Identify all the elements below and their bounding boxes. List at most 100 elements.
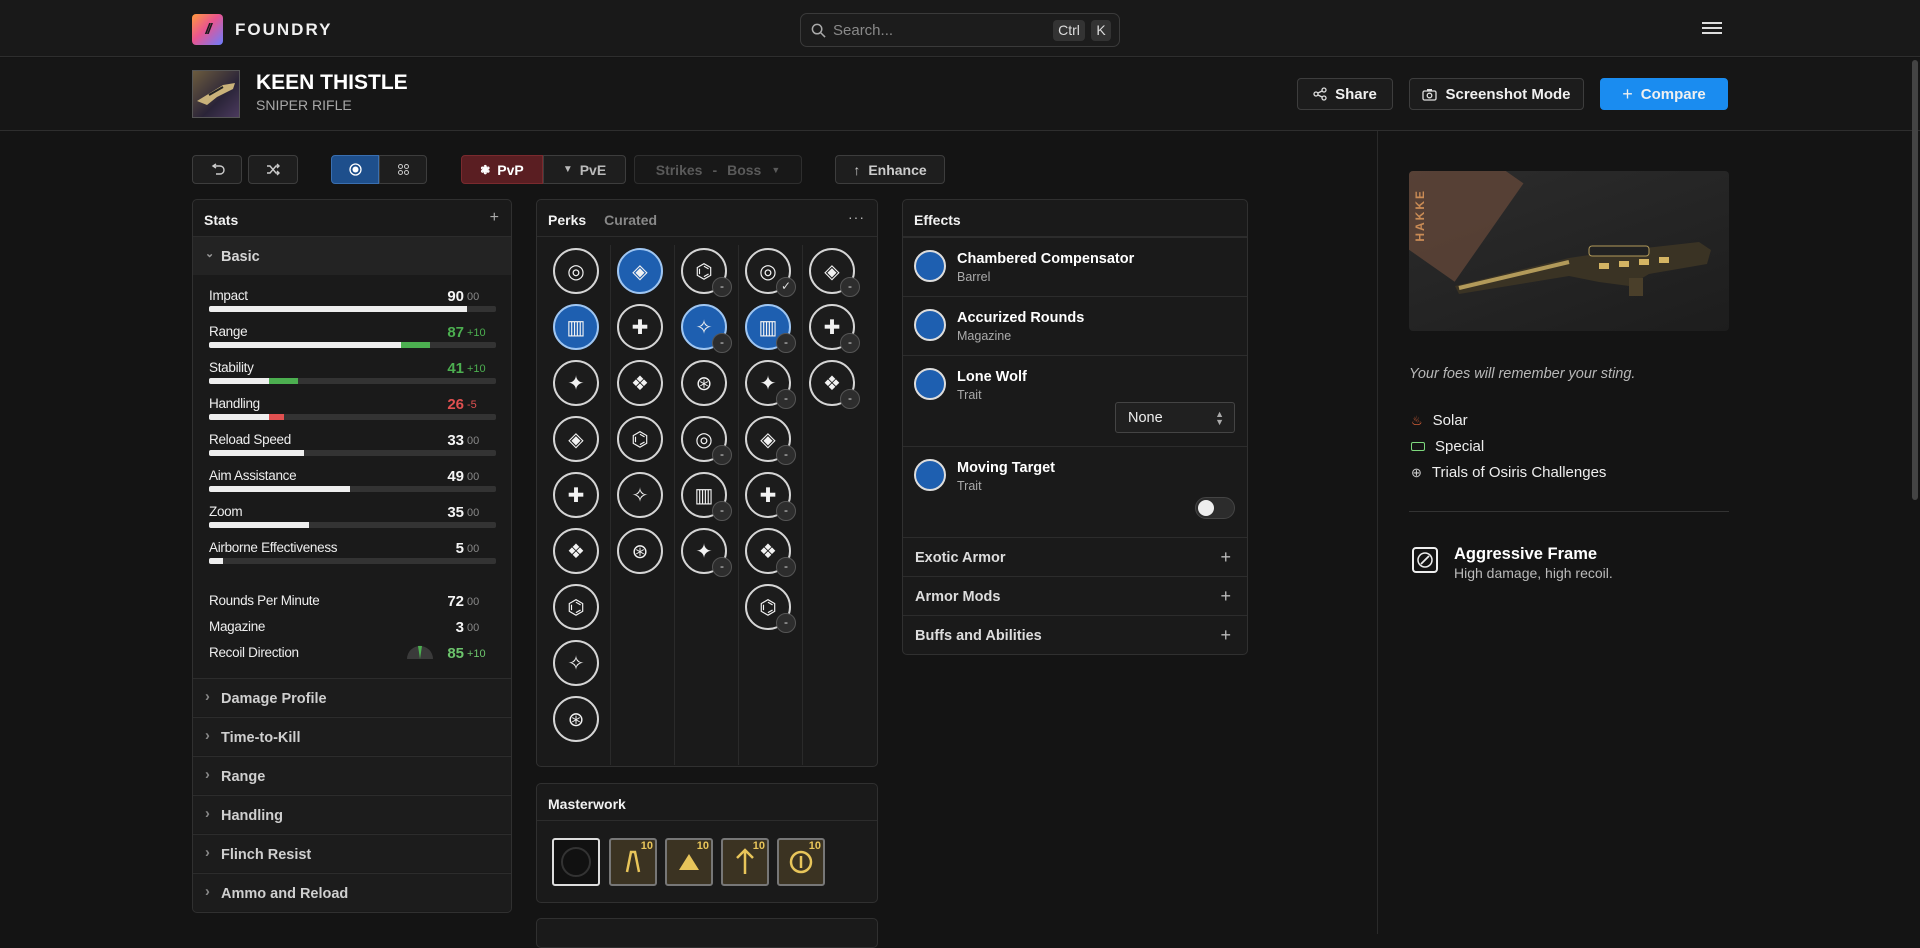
brand-name[interactable]: FOUNDRY: [235, 20, 332, 40]
stat-bar-fill: [209, 450, 304, 456]
buffs-abilities-section[interactable]: Buffs and Abilities +: [903, 615, 1247, 654]
masterwork-handling[interactable]: 10: [665, 838, 713, 886]
chevron-down-icon: ▼: [771, 164, 781, 175]
perk-option-icon[interactable]: ◎: [553, 248, 599, 294]
stat-bonus: +10: [467, 363, 486, 375]
perk-option-icon[interactable]: ✦: [553, 360, 599, 406]
perk-option-icon[interactable]: ✚: [617, 304, 663, 350]
masterwork-reload[interactable]: 10: [777, 838, 825, 886]
perk-glyph: ✦: [759, 372, 777, 395]
section-flinch-resist[interactable]: Flinch Resist: [193, 834, 511, 872]
perk-option-icon[interactable]: ◈: [553, 416, 599, 462]
masterwork-empty-slot[interactable]: [552, 838, 600, 886]
perk-option-icon[interactable]: ✦ -: [745, 360, 796, 409]
effect-moving-target[interactable]: Moving Target Trait: [903, 446, 1247, 537]
perk-option-icon[interactable]: ✚ -: [809, 304, 860, 353]
masterwork-stability[interactable]: 10: [609, 838, 657, 886]
view-single-toggle[interactable]: [331, 155, 379, 184]
perk-option-icon[interactable]: ▥ -: [745, 304, 796, 353]
perk-option-icon[interactable]: ❖: [553, 528, 599, 574]
share-button[interactable]: Share: [1297, 78, 1393, 110]
masterwork-range[interactable]: 10: [721, 838, 769, 886]
more-options-icon[interactable]: ···: [848, 209, 865, 225]
pvp-tab[interactable]: ❃ PvP: [461, 155, 543, 184]
lone-wolf-select[interactable]: None ▲ ▼: [1115, 402, 1235, 433]
crosshair-add-icon[interactable]: +: [490, 209, 499, 227]
perk-option-icon[interactable]: ❖ -: [745, 528, 796, 577]
effect-name: Lone Wolf: [957, 369, 1027, 385]
search-input[interactable]: [833, 22, 1033, 39]
stat-bar-fill: [209, 306, 468, 312]
randomize-button[interactable]: [248, 155, 298, 184]
page-scrollbar[interactable]: [1912, 60, 1918, 500]
perk-glyph: ▥: [566, 316, 586, 339]
section-damage-profile[interactable]: Damage Profile: [193, 678, 511, 716]
minus-badge: -: [712, 333, 732, 353]
grid-circles-icon: [397, 164, 409, 175]
exotic-armor-section[interactable]: Exotic Armor +: [903, 537, 1247, 576]
stat-bonus: 00: [467, 435, 480, 447]
perk-option-icon[interactable]: ✧ -: [681, 304, 732, 353]
lone-wolf-icon: [914, 368, 946, 400]
view-grid-toggle[interactable]: [379, 155, 427, 184]
plus-icon: +: [1220, 547, 1231, 567]
basic-section-header[interactable]: ⌄ Basic: [193, 237, 511, 275]
perk-option-icon[interactable]: ⌬ -: [681, 248, 732, 297]
perk-option-icon[interactable]: ❖ -: [809, 360, 860, 409]
section-time-to-kill[interactable]: Time-to-Kill: [193, 717, 511, 755]
tab-curated[interactable]: Curated: [604, 212, 657, 228]
section-handling[interactable]: Handling: [193, 795, 511, 833]
foundry-logo[interactable]: //: [192, 14, 223, 45]
stat-bonus: -5: [467, 399, 477, 411]
effect-chambered-compensator[interactable]: Chambered Compensator Barrel: [903, 237, 1247, 296]
perk-option-icon[interactable]: ✚ -: [745, 472, 796, 521]
effect-lone-wolf[interactable]: Lone Wolf Trait None ▲ ▼: [903, 355, 1247, 446]
section-ammo-reload[interactable]: Ammo and Reload: [193, 873, 511, 911]
minus-badge: -: [776, 613, 796, 633]
perk-glyph: ▥: [758, 316, 778, 339]
perk-option-icon[interactable]: ▥ -: [681, 472, 732, 521]
perk-option-icon[interactable]: ⊛: [681, 360, 727, 406]
perk-option-icon[interactable]: ⌬: [617, 416, 663, 462]
perk-option-icon[interactable]: ◎ -: [681, 416, 732, 465]
activity-select[interactable]: Strikes - Boss ▼: [634, 155, 802, 184]
search-box[interactable]: Ctrl K: [800, 13, 1120, 47]
stat-value: 49: [447, 468, 464, 485]
undo-button[interactable]: [192, 155, 242, 184]
perk-option-icon[interactable]: ◈ -: [745, 416, 796, 465]
screenshot-mode-button[interactable]: Screenshot Mode: [1409, 78, 1584, 110]
tab-perks[interactable]: Perks: [548, 212, 586, 228]
shuffle-icon: [266, 163, 280, 176]
hamburger-menu-icon[interactable]: [1700, 19, 1724, 39]
ammo-label: Special: [1435, 438, 1485, 455]
stat-bonus: 00: [467, 291, 480, 303]
perk-option-icon[interactable]: ⌬: [553, 584, 599, 630]
perk-option-icon[interactable]: ▥: [553, 304, 599, 350]
compare-button[interactable]: + Compare: [1600, 78, 1728, 110]
armor-mods-section[interactable]: Armor Mods +: [903, 576, 1247, 615]
perk-option-icon[interactable]: ✧: [553, 640, 599, 686]
pve-tab[interactable]: ▼ PvE: [543, 155, 626, 184]
perk-option-icon[interactable]: ✦ -: [681, 528, 732, 577]
perk-option-icon[interactable]: ✚: [553, 472, 599, 518]
perk-option-icon[interactable]: ◈: [617, 248, 663, 294]
effect-sub: Barrel: [957, 270, 991, 284]
recoil-bonus: +10: [467, 648, 486, 660]
perk-option-icon[interactable]: ◈ -: [809, 248, 860, 297]
enhance-button[interactable]: ↑ Enhance: [835, 155, 945, 184]
stat-bonus: +10: [467, 327, 486, 339]
rpm-bonus: 00: [467, 596, 480, 608]
perk-option-icon[interactable]: ✧: [617, 472, 663, 518]
screenshot-mode-label: Screenshot Mode: [1445, 85, 1571, 103]
frame-description: High damage, high recoil.: [1454, 565, 1613, 581]
perk-option-icon[interactable]: ❖: [617, 360, 663, 406]
moving-target-toggle[interactable]: [1195, 497, 1235, 519]
section-range[interactable]: Range: [193, 756, 511, 794]
perk-glyph: ❖: [759, 540, 777, 563]
perk-option-icon[interactable]: ◎ ✓: [745, 248, 796, 297]
perk-option-icon[interactable]: ⊛: [617, 528, 663, 574]
perk-option-icon[interactable]: ⊛: [553, 696, 599, 742]
perk-option-icon[interactable]: ⌬ -: [745, 584, 796, 633]
effect-accurized-rounds[interactable]: Accurized Rounds Magazine: [903, 296, 1247, 355]
rpm-label: Rounds Per Minute: [209, 593, 320, 608]
